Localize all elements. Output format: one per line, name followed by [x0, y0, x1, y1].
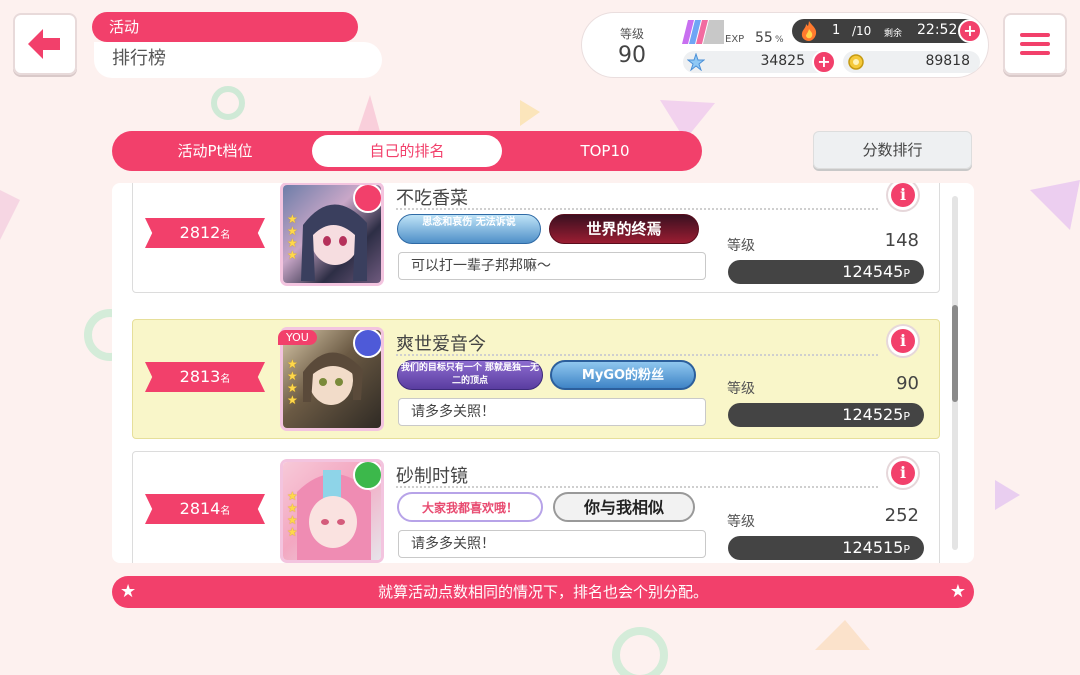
player-info-button[interactable]: i	[888, 183, 918, 210]
star-gem-icon	[687, 53, 705, 71]
star-gem-amount: 34825	[760, 53, 805, 69]
tab-event-pt-tiers[interactable]: 活动Pt档位	[120, 135, 310, 167]
event-points: 124525P	[728, 403, 924, 427]
title-badge: 世界的终焉	[549, 214, 699, 244]
coin-amount: 89818	[925, 53, 970, 69]
live-boost-box: 1 /10 剩余 22:52	[792, 19, 980, 43]
page-category: 活动	[92, 12, 358, 42]
player-level-label: 等级	[620, 27, 645, 41]
boost-max: /10	[852, 24, 872, 38]
rarity-stars: ★ ★ ★ ★	[287, 357, 298, 407]
rarity-stars: ★ ★ ★ ★	[287, 212, 298, 262]
rank-number: 2813	[179, 367, 221, 386]
player-level: 252	[884, 505, 919, 526]
divider	[396, 354, 878, 356]
level-label: 等级	[727, 514, 755, 530]
rank-ribbon: 2813名	[145, 362, 265, 392]
rarity-stars: ★ ★ ★ ★	[287, 489, 298, 539]
player-name: 砂制时镜	[396, 466, 468, 487]
rank-ribbon: 2812名	[145, 218, 265, 248]
divider	[396, 486, 878, 488]
ranking-row: 2814名 ★ ★ ★ ★ 砂制时镜 i 大家我都喜欢哦！ 你与我相似 请多多关照！ …	[132, 451, 940, 563]
exp-gauge-icon	[682, 20, 724, 44]
attribute-cool-icon	[353, 185, 381, 213]
player-status-panel: 等级 90 EXP 55 % 1 /10 剩余 22:52 + 34825 + …	[582, 13, 988, 77]
attribute-happy-icon	[353, 462, 381, 490]
attribute-pure-icon	[353, 330, 381, 358]
menu-button[interactable]	[1003, 13, 1067, 75]
divider	[396, 208, 878, 210]
title-badge: 你与我相似	[553, 492, 695, 522]
rank-ribbon: 2814名	[145, 494, 265, 524]
remaining-label: 剩余	[884, 29, 903, 39]
player-card-image[interactable]: ★ ★ ★ ★	[283, 185, 381, 283]
star-icon: ★	[949, 581, 966, 602]
rank-suffix: 名	[220, 506, 231, 517]
info-icon: i	[891, 183, 915, 207]
player-level: 148	[884, 230, 919, 251]
player-comment: 请多多关照！	[398, 398, 706, 426]
player-level: 90	[896, 373, 919, 394]
ranking-list[interactable]: 2812名 ★ ★ ★ ★ 不吃香菜 i 思念和哀伤 无法诉说 世界的终焉 可以打一辈…	[112, 183, 974, 563]
level-label: 等级	[727, 381, 755, 397]
ranking-tabs: 活动Pt档位 自己的排名 TOP10	[112, 131, 702, 171]
rank-number: 2812	[179, 223, 221, 242]
title-badge: 思念和哀伤 无法诉说	[397, 214, 541, 244]
player-name: 不吃香菜	[396, 188, 468, 209]
event-points: 124515P	[728, 536, 924, 560]
boost-count: 1	[832, 23, 841, 38]
back-button[interactable]	[13, 13, 77, 75]
exp-percent-unit: %	[775, 35, 784, 45]
you-badge: YOU	[278, 330, 317, 345]
ranking-row-self: 2813名 ★ ★ ★ ★ YOU 爽世爱音今 i 我们的目标只有一个 那就是独一无二…	[132, 319, 940, 439]
star-icon: ★	[120, 581, 137, 602]
exp-percent: 55	[755, 30, 773, 46]
rank-suffix: 名	[220, 374, 231, 385]
star-gem-counter: 34825	[683, 51, 833, 73]
event-points: 124545P	[728, 260, 924, 284]
player-info-button[interactable]: i	[888, 326, 918, 356]
coin-icon	[848, 54, 864, 70]
tab-my-rank[interactable]: 自己的排名	[312, 135, 502, 167]
boost-add-button[interactable]: +	[958, 19, 982, 43]
rank-suffix: 名	[220, 230, 231, 241]
info-icon: i	[891, 329, 915, 353]
title-badge: 大家我都喜欢哦！	[397, 492, 543, 522]
info-icon: i	[891, 461, 915, 485]
player-card-image[interactable]: ★ ★ ★ ★	[283, 462, 381, 560]
player-info-button[interactable]: i	[888, 458, 918, 488]
scrollbar-thumb[interactable]	[952, 305, 958, 402]
ranking-notice: ★ 就算活动点数相同的情况下，排名也会个别分配。 ★	[112, 576, 974, 608]
rank-number: 2814	[179, 499, 221, 518]
ranking-row: 2812名 ★ ★ ★ ★ 不吃香菜 i 思念和哀伤 无法诉说 世界的终焉 可以打一辈…	[132, 183, 940, 293]
back-arrow-icon	[28, 29, 60, 59]
title-badge: MyGO的粉丝	[550, 360, 696, 390]
star-gem-add-button[interactable]: +	[812, 50, 836, 74]
tab-top10[interactable]: TOP10	[510, 135, 700, 167]
sort-by-score-button[interactable]: 分数排行	[813, 131, 972, 169]
level-label: 等级	[727, 238, 755, 254]
player-comment: 可以打一辈子邦邦嘛～	[398, 252, 706, 280]
player-level: 90	[618, 43, 646, 68]
title-badge: 我们的目标只有一个 那就是独一无二的顶点	[397, 360, 543, 390]
coin-counter: 89818	[843, 51, 980, 73]
remaining-time: 22:52	[917, 22, 958, 38]
menu-icon	[1020, 33, 1050, 37]
player-comment: 请多多关照！	[398, 530, 706, 558]
exp-label: EXP	[725, 34, 745, 45]
flame-icon	[801, 21, 817, 41]
notice-text: 就算活动点数相同的情况下，排名也会个别分配。	[377, 583, 708, 601]
player-name: 爽世爱音今	[396, 334, 486, 355]
page-title: 排行榜	[94, 42, 382, 78]
page-title-block: 活动 排行榜	[92, 12, 382, 78]
